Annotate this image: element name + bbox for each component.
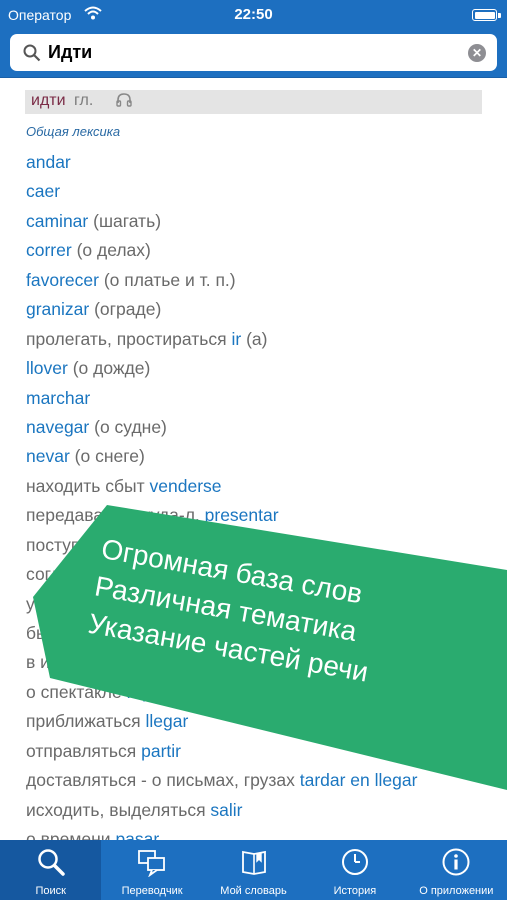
russian-context: передаваться куда-л. <box>26 505 205 526</box>
russian-context: в игре <box>26 652 81 673</box>
spanish-translation[interactable]: pasar <box>115 829 159 840</box>
translation-row[interactable]: marchar <box>26 385 496 414</box>
spanish-translation[interactable]: caer <box>26 181 60 201</box>
spanish-translation[interactable]: representarse <box>127 682 235 702</box>
tab-label: О приложении <box>419 885 494 897</box>
search-input[interactable] <box>48 38 458 67</box>
russian-context: пролегать, простираться <box>26 328 232 349</box>
translation-row[interactable]: передаваться куда-л. presentar <box>26 502 496 531</box>
translation-row[interactable]: в игре jugar <box>26 649 496 678</box>
spanish-translation[interactable]: granizar <box>26 299 89 319</box>
translation-row[interactable]: поступать куда-л. entrar <box>26 532 496 561</box>
spanish-translation[interactable]: andar <box>26 152 71 172</box>
headword-row: идти гл. <box>25 90 482 114</box>
russian-note: (шагать) <box>88 210 162 231</box>
russian-note: (а) <box>241 328 268 349</box>
tab-bar: Поиск Переводчик Мой словарь История О п… <box>0 840 507 900</box>
russian-context: доставляться - о письмах, грузах <box>26 770 300 791</box>
translation-row[interactable]: приближаться llegar <box>26 708 496 737</box>
spanish-translation[interactable]: llegar <box>145 711 188 731</box>
headphones-icon[interactable] <box>116 93 132 107</box>
bookmark-book-icon <box>241 850 266 875</box>
translation-row[interactable]: доставляться - о письмах, грузах tardar … <box>26 767 496 796</box>
translation-row[interactable]: быть <box>26 620 496 649</box>
translation-row[interactable]: andar <box>26 149 496 178</box>
translation-row[interactable]: употреблять <box>26 591 496 620</box>
spanish-translation[interactable]: aceptar <box>205 564 263 584</box>
tab-search[interactable]: Поиск <box>0 840 102 900</box>
translation-row[interactable]: favorecer (о платье и т. п.) <box>26 267 496 296</box>
translation-list: andar caer caminar (шагать) correr (о делах… <box>26 149 496 840</box>
translation-row[interactable]: nevar (о снеге) <box>26 443 496 472</box>
spanish-translation[interactable]: caminar <box>26 211 88 231</box>
russian-context: быть <box>26 623 66 643</box>
russian-context: находить сбыт <box>26 475 150 496</box>
tab-about[interactable]: О приложении <box>406 840 507 900</box>
spanish-translation[interactable]: correr <box>26 240 72 260</box>
translation-row[interactable]: granizar (ограде) <box>26 296 496 325</box>
spanish-translation[interactable]: salir <box>210 800 242 820</box>
spanish-translation[interactable]: navegar <box>26 417 89 437</box>
russian-note: (о снеге) <box>69 446 145 467</box>
russian-note: (о делах) <box>71 240 151 261</box>
translation-row[interactable]: пролегать, простираться ir (а) <box>26 326 496 355</box>
tab-label: Переводчик <box>121 885 183 897</box>
spanish-translation[interactable]: nevar <box>26 446 70 466</box>
part-of-speech: гл. <box>74 92 94 109</box>
translation-row[interactable]: caminar (шагать) <box>26 208 496 237</box>
status-bar: Оператор 22:50 <box>0 0 507 30</box>
russian-context: исходить, выделяться <box>26 799 211 820</box>
clock-icon <box>341 849 368 875</box>
spanish-translation[interactable]: presentar <box>205 505 279 525</box>
russian-context: о спектакле <box>26 681 127 702</box>
russian-note: (о дожде) <box>67 358 151 379</box>
tab-history[interactable]: История <box>304 840 405 900</box>
translation-row[interactable]: исходить, выделяться salir <box>26 797 496 826</box>
magnifier-icon <box>37 849 65 876</box>
russian-context: приближаться <box>26 711 146 732</box>
translation-row[interactable]: correr (о делах) <box>26 237 496 266</box>
battery-icon <box>472 9 501 21</box>
russian-context: отправляться <box>26 740 142 761</box>
search-icon <box>23 44 41 62</box>
translation-row[interactable]: llover (о дожде) <box>26 355 496 384</box>
spanish-translation[interactable]: entrar <box>173 535 219 555</box>
speech-bubbles-icon <box>138 850 166 877</box>
russian-context: соглашаться с чем-л. <box>26 564 205 585</box>
spanish-translation[interactable]: tardar en llegar <box>300 770 418 790</box>
dictionary-entry: идти гл. Общая лексика andar caer caminar … <box>0 78 507 840</box>
tab-label: Поиск <box>35 885 66 897</box>
tab-my-dictionary[interactable]: Мой словарь <box>203 840 304 900</box>
tab-label: История <box>333 885 377 897</box>
info-icon <box>442 848 470 876</box>
spanish-translation[interactable]: jugar <box>81 652 120 672</box>
translation-row[interactable]: находить сбыт venderse <box>26 473 496 502</box>
translation-row[interactable]: navegar (о судне) <box>26 414 496 443</box>
spanish-translation[interactable]: venderse <box>150 476 222 496</box>
russian-note: (ограде) <box>89 299 162 320</box>
translation-row[interactable]: caer <box>26 178 496 207</box>
russian-note: (о платье и т. п.) <box>98 269 236 290</box>
search-bar: ✕ <box>0 30 507 78</box>
headword: идти <box>31 92 66 109</box>
translation-row[interactable]: о времени pasar <box>26 826 496 840</box>
russian-note: (о судне) <box>89 416 167 437</box>
russian-context: о времени <box>26 829 116 840</box>
spanish-translation[interactable]: marchar <box>26 388 90 408</box>
category-label: Общая лексика <box>26 124 121 139</box>
tab-translator[interactable]: Переводчик <box>101 840 202 900</box>
tab-label: Мой словарь <box>220 885 287 897</box>
clear-icon[interactable]: ✕ <box>468 44 486 62</box>
spanish-translation[interactable]: ir <box>232 329 242 349</box>
spanish-translation[interactable]: favorecer <box>26 270 99 290</box>
russian-context: поступать куда-л. <box>26 534 174 555</box>
translation-row[interactable]: соглашаться с чем-л. aceptar <box>26 561 496 590</box>
spanish-translation[interactable]: partir <box>141 741 181 761</box>
spanish-translation[interactable]: llover <box>26 358 68 378</box>
translation-row[interactable]: отправляться partir <box>26 738 496 767</box>
russian-context: употреблять <box>26 593 127 614</box>
translation-row[interactable]: о спектакле representarse <box>26 679 496 708</box>
search-box[interactable]: ✕ <box>10 34 497 71</box>
status-time: 22:50 <box>234 6 273 23</box>
